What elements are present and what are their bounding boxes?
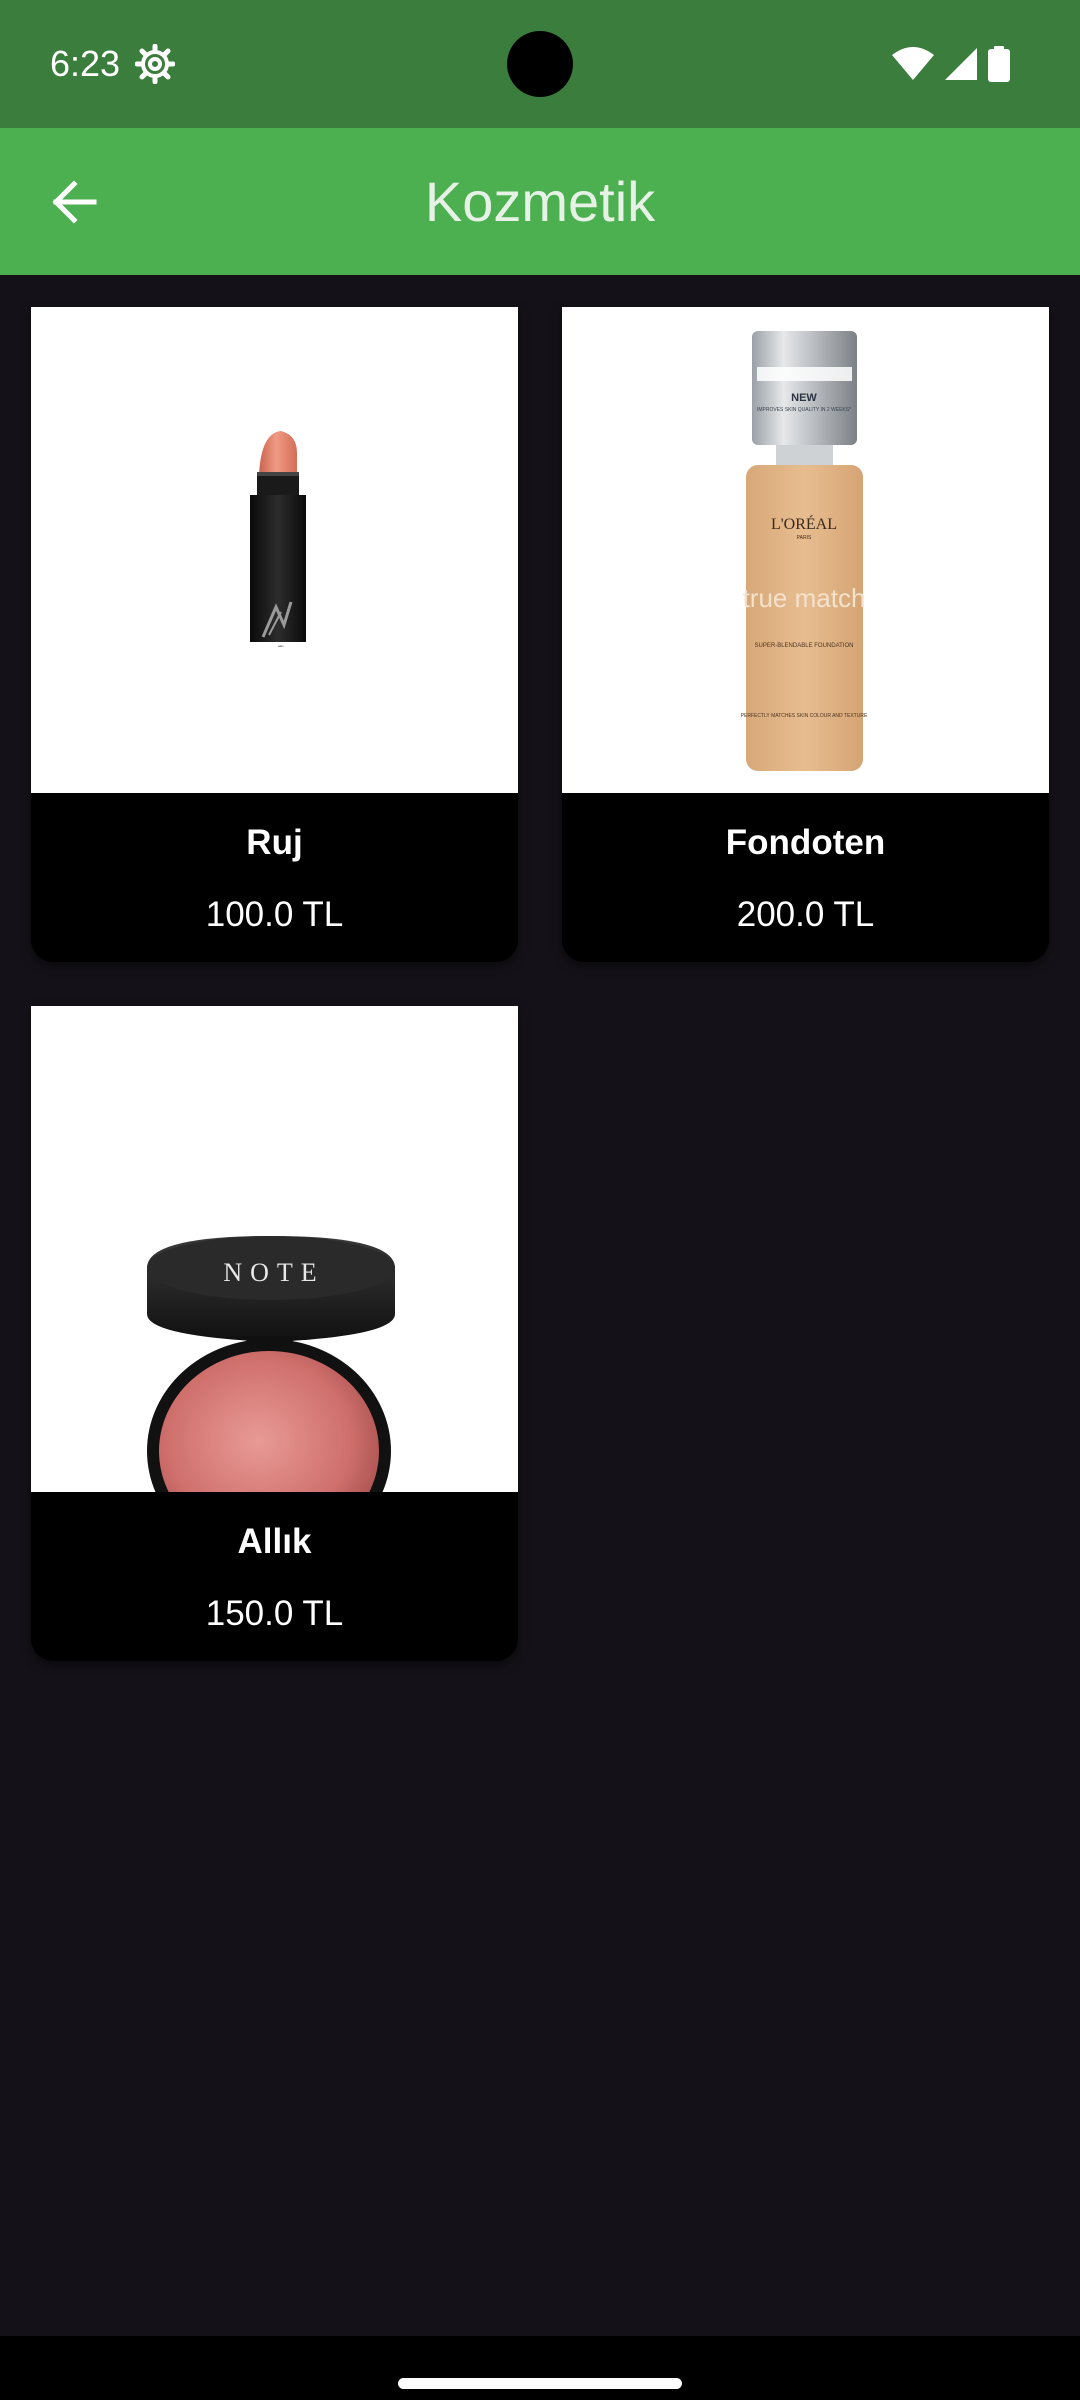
home-indicator[interactable] <box>398 2378 682 2389</box>
product-card-allik[interactable]: NOTE Allık 150.0 TL <box>31 1006 518 1661</box>
foundation-brand: L'ORÉAL <box>771 514 837 533</box>
page-title: Kozmetik <box>424 170 656 233</box>
product-name: Ruj <box>246 823 303 862</box>
product-image-lipstick: NARS <box>31 307 518 793</box>
back-button[interactable] <box>36 164 112 240</box>
foundation-badge: NEW <box>791 392 817 404</box>
status-time: 6:23 <box>50 43 121 84</box>
lipstick-brand: NARS <box>278 645 284 648</box>
product-name: Allık <box>237 1522 312 1561</box>
product-card-ruj[interactable]: NARS Ruj 100.0 TL <box>31 307 518 962</box>
foundation-badge-sub: IMPROVES SKIN QUALITY IN 2 WEEKS* <box>757 407 851 413</box>
product-price: 150.0 TL <box>205 1594 344 1633</box>
camera-cutout <box>507 31 573 97</box>
product-image-blush: NOTE <box>31 1006 518 1492</box>
product-grid: NARS Ruj 100.0 TL NEW IMPROVES SKIN QUAL… <box>31 307 1049 1661</box>
product-price: 200.0 TL <box>736 895 875 934</box>
product-card-fondoten[interactable]: NEW IMPROVES SKIN QUALITY IN 2 WEEKS* L'… <box>562 307 1049 962</box>
foundation-brand-sub: PARIS <box>797 535 812 541</box>
blush-brand: NOTE <box>223 1258 324 1287</box>
foundation-product-sub: SUPER-BLENDABLE FOUNDATION <box>755 643 854 649</box>
signal-icon <box>944 47 978 81</box>
app-bar: Kozmetik <box>0 128 1080 275</box>
settings-gear-icon <box>134 43 176 85</box>
foundation-product: true match <box>743 583 866 613</box>
foundation-footnote: PERFECTLY MATCHES SKIN COLOUR AND TEXTUR… <box>741 713 868 719</box>
status-icons <box>892 44 1010 84</box>
product-name: Fondoten <box>725 823 886 862</box>
arrow-back-icon <box>52 180 97 224</box>
product-image-foundation: NEW IMPROVES SKIN QUALITY IN 2 WEEKS* L'… <box>562 307 1049 793</box>
product-price: 100.0 TL <box>205 895 344 934</box>
system-nav-bar <box>0 2336 1080 2400</box>
status-bar: 6:23 <box>0 0 1080 128</box>
battery-icon <box>988 46 1010 82</box>
wifi-icon <box>892 47 934 81</box>
